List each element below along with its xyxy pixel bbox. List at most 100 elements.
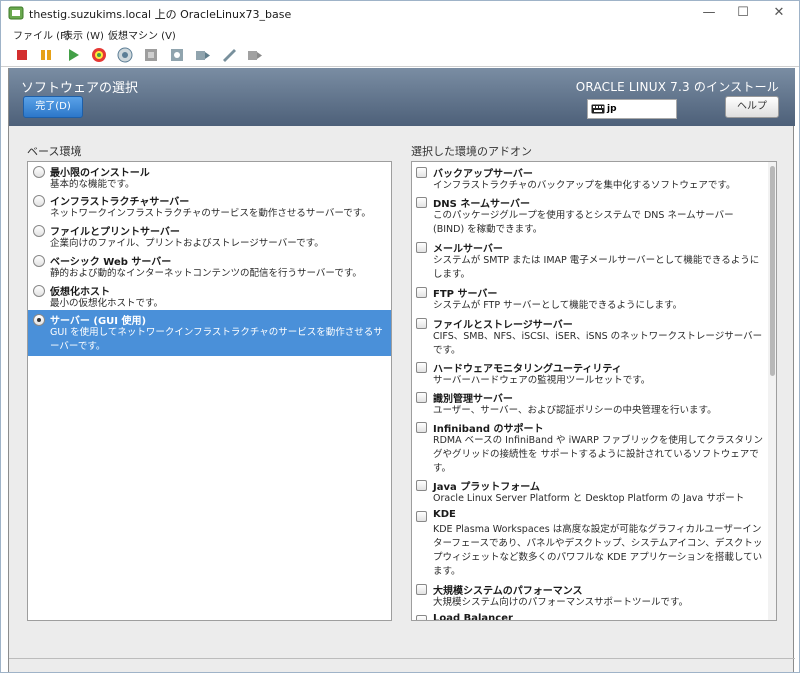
keyboard-icon	[591, 104, 605, 114]
send-keys-icon[interactable]	[194, 46, 212, 64]
env-radio[interactable]	[33, 166, 45, 178]
snapshot-icon[interactable]	[116, 46, 134, 64]
help-button[interactable]: ヘルプ	[725, 96, 779, 118]
bottom-divider	[9, 658, 795, 659]
addon-description: システムが FTP サーバーとして機能できるようにします。	[433, 300, 683, 311]
addon-description: インフラストラクチャのバックアップを集中化するソフトウェアです。	[433, 180, 736, 191]
addon-item-ftp-server[interactable]: FTP サーバー システムが FTP サーバーとして機能できるようにします。	[412, 284, 768, 314]
addon-item-file-storage-server[interactable]: ファイルとストレージサーバー CIFS、SMB、NFS、iSCSI、iSER、i…	[412, 315, 768, 359]
addon-description: CIFS、SMB、NFS、iSCSI、iSER、iSNS のネットワークストレー…	[433, 331, 763, 356]
addon-checkbox[interactable]	[416, 287, 427, 298]
addon-name: ファイルとストレージサーバー	[433, 320, 573, 331]
addon-description: Oracle Linux Server Platform と Desktop P…	[433, 493, 745, 504]
reset-icon[interactable]	[90, 46, 108, 64]
addon-item-kde[interactable]: KDE KDE Plasma Workspaces は高度な設定が可能なグラフィ…	[412, 508, 768, 580]
addon-checkbox[interactable]	[416, 318, 427, 329]
menu-vm[interactable]: 仮想マシン (V)	[108, 27, 176, 42]
env-name: インフラストラクチャサーバー	[50, 197, 190, 208]
addon-checkbox[interactable]	[416, 584, 427, 595]
env-item-file-print[interactable]: ファイルとプリントサーバー 企業向けのファイル、プリントおよびストレージサーバー…	[28, 221, 391, 251]
toolbar	[1, 43, 799, 67]
addon-checkbox[interactable]	[416, 615, 427, 620]
snapshot-restore-icon[interactable]	[142, 46, 160, 64]
addon-item-hardware-monitoring[interactable]: ハードウェアモニタリングユーティリティ サーバーハードウェアの監視用ツールセット…	[412, 359, 768, 389]
env-description: 企業向けのファイル、プリントおよびストレージサーバーです。	[50, 238, 324, 249]
base-environment-list: 最小限のインストール 基本的な機能です。 インフラストラクチャサーバー ネットワ…	[27, 161, 392, 621]
keyboard-layout-label: jp	[607, 104, 617, 114]
env-item-basic-web[interactable]: ベーシック Web サーバー 静的および動的なインターネットコンテンツの配信を行…	[28, 251, 391, 281]
addon-item-java-platform[interactable]: Java プラットフォーム Oracle Linux Server Platfo…	[412, 477, 768, 507]
addons-heading: 選択した環境のアドオン	[411, 145, 532, 158]
addon-name: Java プラットフォーム	[433, 482, 540, 493]
addon-name: KDE	[433, 509, 456, 520]
addon-item-load-balancer[interactable]: Load Balancer	[412, 612, 768, 621]
env-description: GUI を使用してネットワークインフラストラクチャのサービスを動作させるサーバー…	[50, 327, 383, 352]
env-radio[interactable]	[33, 255, 45, 267]
env-description: 基本的な機能です。	[50, 179, 135, 190]
addon-item-identity-management[interactable]: 識別管理サーバー ユーザー、サーバー、および認証ポリシーの中央管理を行います。	[412, 389, 768, 419]
vm-window: thestig.suzukims.local 上の OracleLinux73_…	[0, 0, 800, 673]
stop-icon[interactable]	[13, 46, 31, 64]
addon-checkbox[interactable]	[416, 392, 427, 403]
addon-description: RDMA ベースの InfiniBand や iWARP ファブリックを使用して…	[433, 435, 763, 474]
addon-description: システムが SMTP または IMAP 電子メールサーバーとして機能できるように…	[433, 255, 760, 280]
addons-scrollbar[interactable]	[768, 162, 776, 620]
addon-description: このパッケージグループを使用するとシステムで DNS ネームサーバー (BIND…	[433, 210, 734, 235]
minimize-button[interactable]: —	[694, 3, 724, 23]
env-item-infrastructure[interactable]: インフラストラクチャサーバー ネットワークインフラストラクチャのサービスを動作さ…	[28, 191, 391, 221]
addon-checkbox[interactable]	[416, 197, 427, 208]
addon-name: DNS ネームサーバー	[433, 199, 530, 210]
addon-item-backup-server[interactable]: バックアップサーバー インフラストラクチャのバックアップを集中化するソフトウェア…	[412, 164, 768, 194]
env-radio[interactable]	[33, 285, 45, 297]
addon-checkbox[interactable]	[416, 480, 427, 491]
addon-name: 識別管理サーバー	[433, 394, 513, 405]
env-name: サーバー (GUI 使用)	[50, 316, 147, 327]
addon-name: FTP サーバー	[433, 289, 498, 300]
addon-item-mail-server[interactable]: メールサーバー システムが SMTP または IMAP 電子メールサーバーとして…	[412, 239, 768, 283]
env-description: 最小の仮想化ホストです。	[50, 298, 164, 309]
env-item-minimal[interactable]: 最小限のインストール 基本的な機能です。	[28, 162, 391, 191]
addon-item-dns-server[interactable]: DNS ネームサーバー このパッケージグループを使用するとシステムで DNS ネ…	[412, 194, 768, 238]
addon-name: Load Balancer	[433, 613, 513, 621]
env-name: 最小限のインストール	[50, 168, 150, 179]
snapshot-manager-icon[interactable]	[168, 46, 186, 64]
addon-checkbox[interactable]	[416, 422, 427, 433]
play-icon[interactable]	[64, 46, 82, 64]
env-description: 静的および動的なインターネットコンテンツの配信を行うサーバーです。	[50, 268, 362, 279]
pause-icon[interactable]	[37, 46, 55, 64]
addon-item-large-system-performance[interactable]: 大規模システムのパフォーマンス 大規模システム向けのパフォーマンスサポートツール…	[412, 581, 768, 611]
addon-checkbox[interactable]	[416, 362, 427, 373]
maximize-button[interactable]: ☐	[728, 3, 758, 23]
addon-item-infiniband[interactable]: Infiniband のサポート RDMA ベースの InfiniBand や …	[412, 419, 768, 477]
env-description: ネットワークインフラストラクチャのサービスを動作させるサーバーです。	[50, 208, 371, 219]
addon-name: ハードウェアモニタリングユーティリティ	[433, 364, 622, 375]
close-button[interactable]: ✕	[764, 3, 794, 23]
addon-name: バックアップサーバー	[433, 169, 533, 180]
addon-name: メールサーバー	[433, 244, 503, 255]
env-radio[interactable]	[33, 225, 45, 237]
keyboard-layout-indicator[interactable]: jp	[587, 99, 677, 119]
page-title: ソフトウェアの選択	[21, 81, 139, 96]
addons-scrollbar-thumb[interactable]	[770, 166, 775, 376]
done-button[interactable]: 完了(D)	[23, 96, 83, 118]
addon-checkbox[interactable]	[416, 242, 427, 253]
settings-icon[interactable]	[246, 46, 264, 64]
addon-name: Infiniband のサポート	[433, 424, 544, 435]
env-radio[interactable]	[33, 195, 45, 207]
addons-list: バックアップサーバー インフラストラクチャのバックアップを集中化するソフトウェア…	[411, 161, 777, 621]
addon-checkbox[interactable]	[416, 167, 427, 178]
guest-screen: ソフトウェアの選択 完了(D) ORACLE LINUX 7.3 のインストール…	[8, 68, 795, 672]
menu-view[interactable]: 表示 (W)	[63, 27, 104, 42]
addon-name: 大規模システムのパフォーマンス	[433, 586, 583, 597]
base-environment-heading: ベース環境	[27, 145, 82, 158]
addon-description: 大規模システム向けのパフォーマンスサポートツールです。	[433, 597, 689, 608]
env-name: ファイルとプリントサーバー	[50, 227, 180, 238]
env-name: 仮想化ホスト	[50, 287, 110, 298]
env-item-server-gui[interactable]: サーバー (GUI 使用) GUI を使用してネットワークインフラストラクチャの…	[28, 310, 391, 356]
menu-file[interactable]: ファイル (F)	[13, 27, 70, 42]
menu-bar: ファイル (F) 表示 (W) 仮想マシン (V)	[1, 25, 799, 43]
addon-checkbox[interactable]	[416, 511, 427, 522]
env-radio-selected[interactable]	[33, 314, 45, 326]
usb-icon[interactable]	[220, 46, 238, 64]
env-item-virtualization-host[interactable]: 仮想化ホスト 最小の仮想化ホストです。	[28, 281, 391, 310]
